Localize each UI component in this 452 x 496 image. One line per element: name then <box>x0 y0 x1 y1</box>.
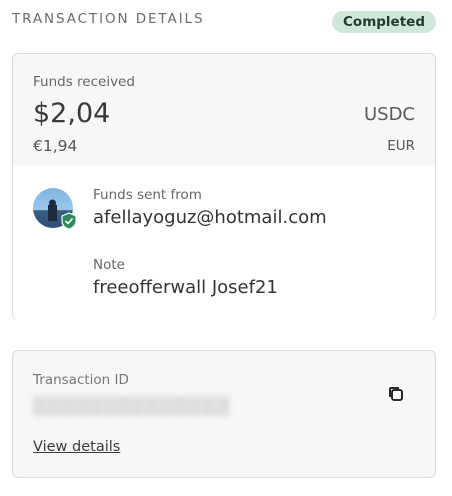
currency-eur: EUR <box>387 138 415 154</box>
funds-card: Funds received $2,04 USDC €1,94 EUR Fund… <box>12 53 436 320</box>
transaction-header: TRANSACTION DETAILS Completed <box>12 0 440 44</box>
note-label: Note <box>93 257 125 273</box>
sender-email: afellayoguz@hotmail.com <box>93 207 327 228</box>
transaction-id-label: Transaction ID <box>33 372 129 388</box>
funds-summary: Funds received $2,04 USDC €1,94 EUR <box>13 54 435 166</box>
shield-check-icon <box>61 212 77 230</box>
funds-received-label: Funds received <box>33 74 135 90</box>
view-details-link[interactable]: View details <box>33 439 120 455</box>
amount-eur: €1,94 <box>33 137 78 155</box>
note-text: freeofferwall Josef21 <box>93 277 278 298</box>
funds-sent-from-label: Funds sent from <box>93 187 202 203</box>
status-badge: Completed <box>332 11 436 33</box>
amount-usd: $2,04 <box>33 98 111 129</box>
page-title: TRANSACTION DETAILS <box>12 11 205 27</box>
sender-section: Funds sent from afellayoguz@hotmail.com … <box>13 166 435 320</box>
copy-icon[interactable] <box>387 385 405 403</box>
transaction-id-redacted: ██████████████ <box>33 397 231 417</box>
currency-usd: USDC <box>363 104 415 125</box>
transaction-card: Transaction ID ██████████████ View detai… <box>12 350 436 478</box>
